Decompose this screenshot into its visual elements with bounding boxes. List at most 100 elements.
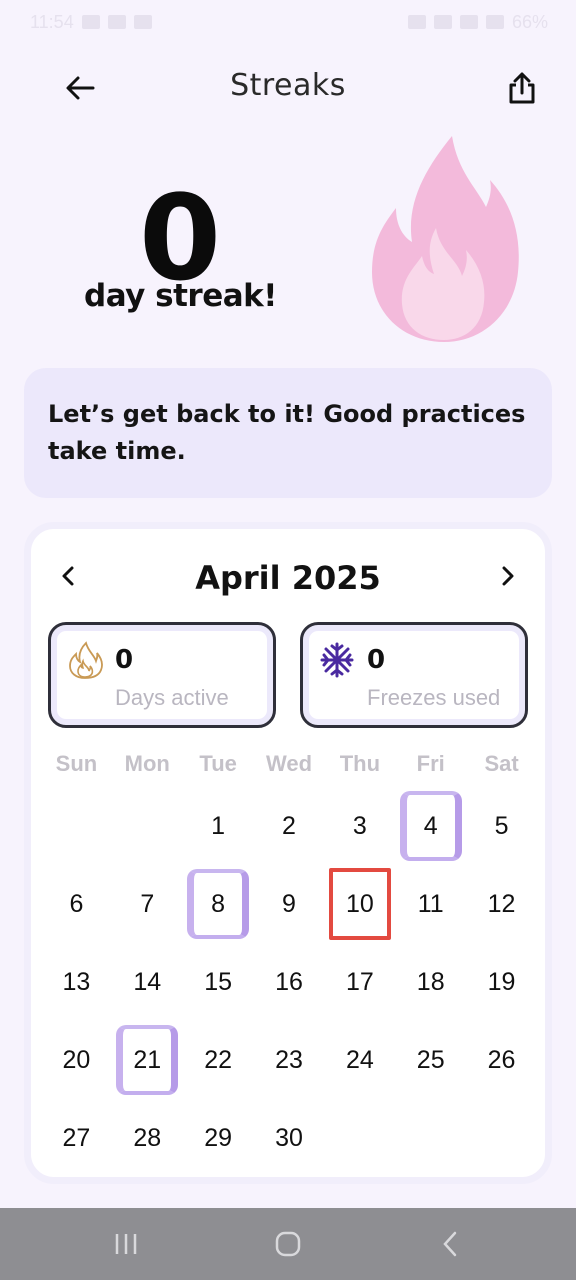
calendar-days-grid: 1 2 3 4 5 6 7 8 9 10 11 12 13 14 15 16 17 18 19 20 21 22 23 24 2… bbox=[41, 787, 537, 1177]
calendar-day[interactable]: 25 bbox=[395, 1021, 466, 1099]
calendar-day-number: 19 bbox=[487, 967, 516, 996]
motivation-text: Let’s get back to it! Good practices tak… bbox=[48, 400, 526, 465]
calendar-day-number: 20 bbox=[62, 1045, 91, 1074]
weekday-header: Sun Mon Tue Wed Thu Fri Sat bbox=[41, 751, 537, 791]
weekday-sat: Sat bbox=[484, 751, 519, 776]
top-app-bar: Streaks bbox=[0, 56, 576, 120]
calendar-card: April 2025 0 Days active 0 Freezes used … bbox=[24, 522, 552, 1184]
next-month-button[interactable] bbox=[493, 561, 523, 591]
calendar-day[interactable]: 13 bbox=[41, 943, 112, 1021]
alarm-icon bbox=[407, 15, 426, 29]
calendar-day-number: 25 bbox=[416, 1045, 445, 1074]
calendar-day-number: 28 bbox=[133, 1123, 162, 1152]
status-time: 11:54 bbox=[30, 11, 74, 32]
calendar-day-number: 29 bbox=[204, 1123, 233, 1152]
calendar-day-number: 4 bbox=[423, 811, 438, 840]
calendar-day[interactable]: 15 bbox=[183, 943, 254, 1021]
calendar-day[interactable]: 3 bbox=[324, 787, 395, 865]
calendar-day[interactable]: 9 bbox=[254, 865, 325, 943]
home-button[interactable] bbox=[264, 1226, 312, 1262]
calendar-day[interactable]: 2 bbox=[254, 787, 325, 865]
calendar-day[interactable]: 6 bbox=[41, 865, 112, 943]
page-title: Streaks bbox=[230, 68, 346, 103]
share-icon bbox=[509, 72, 535, 104]
calendar-day[interactable]: 14 bbox=[112, 943, 183, 1021]
calendar-day[interactable]: 12 bbox=[466, 865, 537, 943]
streak-label: day streak! bbox=[84, 278, 277, 314]
calendar-day[interactable]: 16 bbox=[254, 943, 325, 1021]
battery-percent: 66% bbox=[511, 11, 548, 32]
snowflake-icon bbox=[320, 642, 354, 678]
calendar-day-number: 5 bbox=[494, 811, 509, 840]
chevron-left-icon bbox=[443, 1231, 457, 1257]
calendar-day[interactable]: 1 bbox=[183, 787, 254, 865]
calendar-day[interactable]: 27 bbox=[41, 1099, 112, 1177]
weekday-fri: Fri bbox=[416, 751, 445, 776]
calendar-day[interactable]: 11 bbox=[395, 865, 466, 943]
calendar-day-number: 11 bbox=[417, 889, 444, 918]
cloud-icon bbox=[133, 15, 152, 29]
calendar-day[interactable]: 19 bbox=[466, 943, 537, 1021]
days-active-value: 0 bbox=[115, 645, 134, 675]
calendar-day[interactable]: 8 bbox=[183, 865, 254, 943]
calendar-day[interactable]: 28 bbox=[112, 1099, 183, 1177]
calendar-day-number: 18 bbox=[416, 967, 445, 996]
weekday-tue: Tue bbox=[199, 751, 237, 776]
calendar-day[interactable]: 5 bbox=[466, 787, 537, 865]
status-bar: 11:54 66% bbox=[0, 0, 576, 44]
days-active-stat: 0 Days active bbox=[48, 622, 276, 728]
calendar-day-number: 3 bbox=[352, 811, 367, 840]
recent-apps-button[interactable] bbox=[102, 1226, 150, 1262]
calendar-day-number: 24 bbox=[345, 1045, 374, 1074]
calendar-day-number: 6 bbox=[69, 889, 84, 918]
calendar-day-number: 1 bbox=[211, 811, 226, 840]
calendar-day[interactable]: 21 bbox=[112, 1021, 183, 1099]
calendar-day-number: 12 bbox=[487, 889, 516, 918]
weekday-thu: Thu bbox=[339, 751, 381, 776]
mute-icon bbox=[433, 15, 452, 29]
calendar-day[interactable]: 17 bbox=[324, 943, 395, 1021]
weekday-wed: Wed bbox=[265, 751, 313, 776]
calendar-empty-cell bbox=[41, 787, 112, 865]
calendar-day-number: 26 bbox=[487, 1045, 516, 1074]
calendar-day[interactable]: 7 bbox=[112, 865, 183, 943]
calendar-day-number: 27 bbox=[62, 1123, 91, 1152]
calendar-day[interactable]: 24 bbox=[324, 1021, 395, 1099]
calendar-day[interactable]: 18 bbox=[395, 943, 466, 1021]
share-button[interactable] bbox=[500, 66, 544, 110]
calendar-day-number: 7 bbox=[140, 889, 155, 918]
flame-outline-icon bbox=[69, 641, 103, 679]
freezes-used-stat: 0 Freezes used bbox=[300, 622, 528, 728]
calendar-day-number: 21 bbox=[133, 1045, 162, 1074]
calendar-day-number: 17 bbox=[345, 967, 374, 996]
system-navigation-bar bbox=[0, 1208, 576, 1280]
calendar-day-number: 8 bbox=[211, 889, 226, 918]
calendar-day-number: 30 bbox=[275, 1123, 303, 1152]
calendar-day-number: 14 bbox=[133, 967, 162, 996]
calendar-day-number: 10 bbox=[345, 889, 374, 918]
freezes-used-value: 0 bbox=[367, 645, 386, 675]
calendar-day[interactable]: 29 bbox=[183, 1099, 254, 1177]
calendar-day-number: 9 bbox=[282, 889, 296, 918]
flame-icon bbox=[372, 136, 519, 342]
wifi-icon bbox=[459, 15, 478, 29]
calendar-day[interactable]: 30 bbox=[254, 1099, 325, 1177]
calendar-day[interactable]: 20 bbox=[41, 1021, 112, 1099]
calendar-day-number: 13 bbox=[62, 967, 91, 996]
motivation-card: Let’s get back to it! Good practices tak… bbox=[24, 368, 552, 498]
calendar-day[interactable]: 4 bbox=[395, 787, 466, 865]
calendar-day[interactable]: 23 bbox=[254, 1021, 325, 1099]
calendar-day[interactable]: 10 bbox=[324, 865, 395, 943]
calendar-day[interactable]: 22 bbox=[183, 1021, 254, 1099]
calendar-day-number: 23 bbox=[275, 1045, 303, 1074]
freezes-used-label: Freezes used bbox=[367, 685, 501, 710]
system-back-button[interactable] bbox=[426, 1226, 474, 1262]
calendar-day[interactable]: 26 bbox=[466, 1021, 537, 1099]
chevron-right-icon bbox=[502, 566, 514, 586]
calendar-day-number: 22 bbox=[204, 1045, 233, 1074]
weekday-sun: Sun bbox=[55, 751, 98, 776]
gallery-icon bbox=[107, 15, 126, 29]
weekday-mon: Mon bbox=[124, 751, 170, 776]
home-icon bbox=[275, 1231, 301, 1257]
calendar-day-number: 15 bbox=[204, 967, 233, 996]
